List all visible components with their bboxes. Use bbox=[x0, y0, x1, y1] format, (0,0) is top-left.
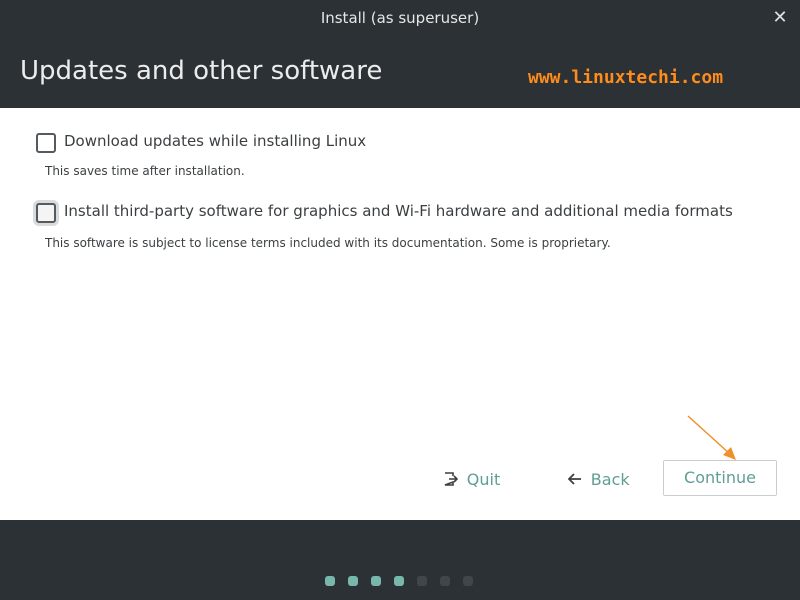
continue-button[interactable]: Continue bbox=[663, 460, 777, 496]
third-party-checkbox[interactable] bbox=[36, 203, 56, 223]
progress-dot bbox=[463, 576, 473, 586]
download-updates-checkbox[interactable] bbox=[36, 133, 56, 153]
progress-dot bbox=[394, 576, 404, 586]
progress-dot bbox=[417, 576, 427, 586]
third-party-label[interactable]: Install third-party software for graphic… bbox=[64, 202, 733, 220]
quit-button[interactable]: Quit bbox=[444, 470, 500, 489]
close-icon[interactable]: ✕ bbox=[770, 8, 790, 28]
exit-icon bbox=[444, 471, 463, 489]
back-label: Back bbox=[590, 470, 630, 489]
content-panel: Download updates while installing Linux … bbox=[0, 108, 800, 520]
page-header: Updates and other software www.linuxtech… bbox=[0, 36, 800, 108]
page-title: Updates and other software bbox=[20, 56, 383, 86]
third-party-description: This software is subject to license term… bbox=[45, 236, 611, 250]
footer-bar bbox=[0, 520, 800, 600]
watermark-text: www.linuxtechi.com bbox=[528, 67, 724, 88]
back-button[interactable]: Back bbox=[567, 470, 630, 489]
arrow-left-icon bbox=[567, 471, 587, 489]
progress-dots bbox=[325, 571, 486, 590]
download-updates-description: This saves time after installation. bbox=[45, 164, 245, 178]
progress-dot bbox=[371, 576, 381, 586]
window-titlebar: Install (as superuser) ✕ bbox=[0, 0, 800, 36]
window-title: Install (as superuser) bbox=[320, 9, 480, 27]
progress-dot bbox=[325, 576, 335, 586]
progress-dot bbox=[440, 576, 450, 586]
progress-dot bbox=[348, 576, 358, 586]
download-updates-label[interactable]: Download updates while installing Linux bbox=[64, 132, 366, 150]
quit-label: Quit bbox=[466, 470, 501, 489]
